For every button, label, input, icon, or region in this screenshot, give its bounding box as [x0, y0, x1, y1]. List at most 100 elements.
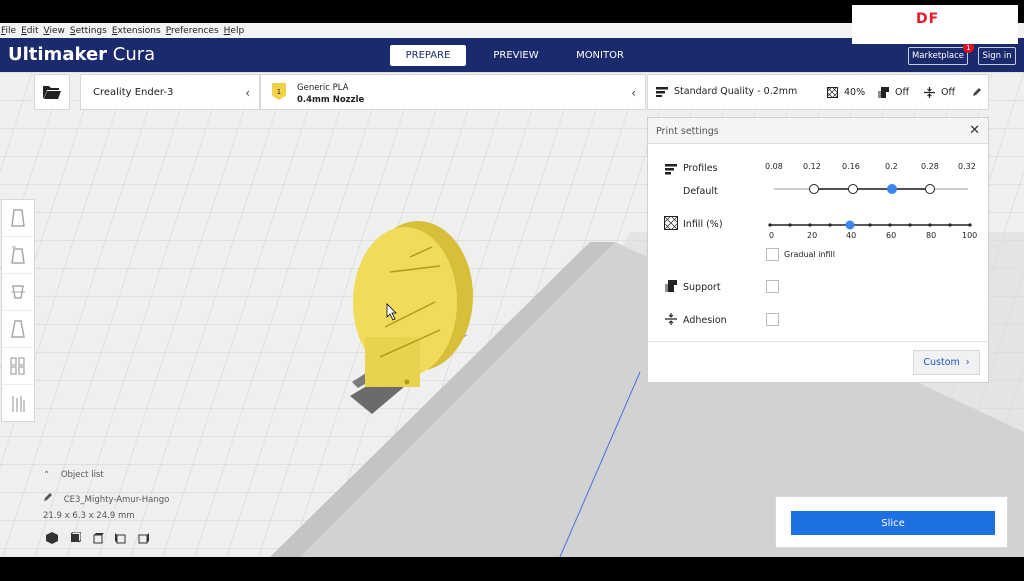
profile-tick-label: 0.32: [958, 162, 976, 171]
adhesion-icon: [665, 313, 677, 325]
infill-value: 40%: [844, 87, 866, 98]
mirror-tool-button[interactable]: [2, 311, 34, 348]
nozzle-size: 0.4mm Nozzle: [297, 95, 365, 105]
view-buttons: [46, 532, 150, 544]
infill-tick-label: 0: [769, 231, 775, 240]
object-list-toggle[interactable]: ⌃ Object list: [43, 470, 104, 480]
infill-tick-label: 80: [926, 231, 937, 240]
object-name-row[interactable]: CE3_Mighty-Amur-Hango: [43, 492, 169, 505]
support-blocker-button[interactable]: [2, 385, 34, 422]
tab-prepare[interactable]: PREPARE: [390, 45, 466, 66]
mirror-tool-icon: [11, 320, 25, 338]
divider: [648, 341, 988, 342]
profile-tick-label: 0.28: [921, 162, 939, 171]
profile-option-016[interactable]: [848, 184, 858, 194]
print-settings-summary[interactable]: Standard Quality - 0.2mm 40% Off Off: [647, 74, 989, 110]
adhesion-label: Adhesion: [683, 315, 727, 326]
infill-slider[interactable]: [766, 218, 976, 232]
right-view-icon[interactable]: [138, 532, 150, 544]
infill-tick-dot: [908, 223, 912, 227]
infill-icon: [664, 216, 678, 230]
infill-tick-label: 40: [846, 231, 857, 240]
close-icon[interactable]: ✕: [969, 123, 980, 138]
profiles-label: Profiles: [683, 163, 718, 174]
open-file-button[interactable]: [34, 74, 70, 110]
support-icon: [878, 87, 889, 98]
scale-tool-button[interactable]: [2, 237, 34, 274]
pencil-icon[interactable]: [972, 87, 982, 97]
profile-option-012[interactable]: [809, 184, 819, 194]
infill-tick-dot: [888, 223, 892, 227]
rotate-tool-icon: [11, 285, 25, 299]
menu-file[interactable]: File: [1, 26, 16, 36]
panel-title: Print settings: [656, 126, 719, 137]
top-view-icon[interactable]: [92, 532, 104, 544]
infill-tick-dot: [808, 223, 812, 227]
watermark: DF: [852, 5, 1018, 44]
infill-tick-dot: [768, 223, 772, 227]
profile-tick-label: 0.12: [803, 162, 821, 171]
support-label: Support: [683, 282, 721, 293]
profile-tick-label: 0.08: [765, 162, 783, 171]
slice-panel: Slice: [775, 496, 1008, 548]
chevron-up-icon: ⌃: [43, 470, 51, 480]
adhesion-icon: [924, 87, 935, 98]
support-blocker-icon: [12, 395, 25, 412]
profile-option-02-selected[interactable]: [887, 184, 897, 194]
printer-selector[interactable]: Creality Ender-3 ‹: [80, 74, 260, 110]
object-name: CE3_Mighty-Amur-Hango: [63, 495, 170, 505]
profiles-default: Default: [683, 186, 718, 197]
infill-tick-dot: [968, 223, 972, 227]
rotate-tool-button[interactable]: [2, 274, 34, 311]
profile-option-028[interactable]: [925, 184, 935, 194]
menu-settings[interactable]: Settings: [70, 26, 107, 36]
chevron-left-icon: ‹: [631, 86, 636, 100]
tab-monitor[interactable]: MONITOR: [558, 45, 642, 66]
move-tool-icon: [11, 209, 25, 227]
folder-icon: [43, 86, 61, 99]
stage-tabs: PREPARE PREVIEW MONITOR: [390, 45, 642, 66]
move-tool-button[interactable]: [2, 200, 34, 237]
menu-edit[interactable]: Edit: [21, 26, 38, 36]
adhesion-value: Off: [941, 87, 956, 98]
slice-button[interactable]: Slice: [791, 511, 995, 535]
tool-panel: [1, 199, 35, 422]
app-logo: Ultimaker Cura: [8, 44, 156, 65]
menu-extensions[interactable]: Extensions: [112, 26, 161, 36]
printer-name: Creality Ender-3: [93, 86, 174, 98]
front-view-icon[interactable]: [69, 532, 81, 544]
marketplace-button[interactable]: Marketplace: [908, 47, 968, 65]
scale-tool-icon: [11, 246, 25, 264]
tab-preview[interactable]: PREVIEW: [474, 45, 558, 66]
quality-item: Standard Quality - 0.2mm: [656, 86, 797, 97]
gradual-infill-checkbox[interactable]: [766, 248, 779, 261]
material-selector[interactable]: 1 Generic PLA 0.4mm Nozzle ‹: [260, 74, 646, 110]
support-checkbox[interactable]: [766, 280, 779, 293]
profile-tick-label: 0.2: [885, 162, 898, 171]
infill-tick-dot: [788, 223, 792, 227]
left-view-icon[interactable]: [115, 532, 127, 544]
custom-button[interactable]: Custom ›: [913, 350, 980, 375]
menu-preferences[interactable]: Preferences: [166, 26, 219, 36]
adhesion-item: Off: [924, 87, 955, 98]
panel-header: Print settings ✕: [648, 118, 988, 144]
3d-view-icon[interactable]: [46, 532, 58, 544]
infill-slider-handle[interactable]: [845, 220, 855, 230]
support-value: Off: [895, 87, 910, 98]
profile-tick-label: 0.16: [842, 162, 860, 171]
print-settings-panel: Print settings ✕ Profiles Default 0.08 0…: [647, 117, 989, 383]
infill-tick-dot: [928, 223, 932, 227]
material-name: Generic PLA: [297, 83, 349, 93]
infill-tick-dot: [868, 223, 872, 227]
menu-help[interactable]: Help: [224, 26, 245, 36]
profile-slider[interactable]: [768, 182, 973, 196]
bottom-black-bar: [0, 557, 1024, 581]
object-dimensions: 21.9 x 6.3 x 24.9 mm: [43, 511, 135, 521]
infill-tick-label: 20: [807, 231, 818, 240]
sign-in-button[interactable]: Sign in: [978, 47, 1016, 65]
menu-view[interactable]: View: [44, 26, 65, 36]
pencil-icon: [44, 493, 52, 501]
infill-icon: [827, 87, 838, 98]
per-model-settings-button[interactable]: [2, 348, 34, 385]
adhesion-checkbox[interactable]: [766, 313, 779, 326]
